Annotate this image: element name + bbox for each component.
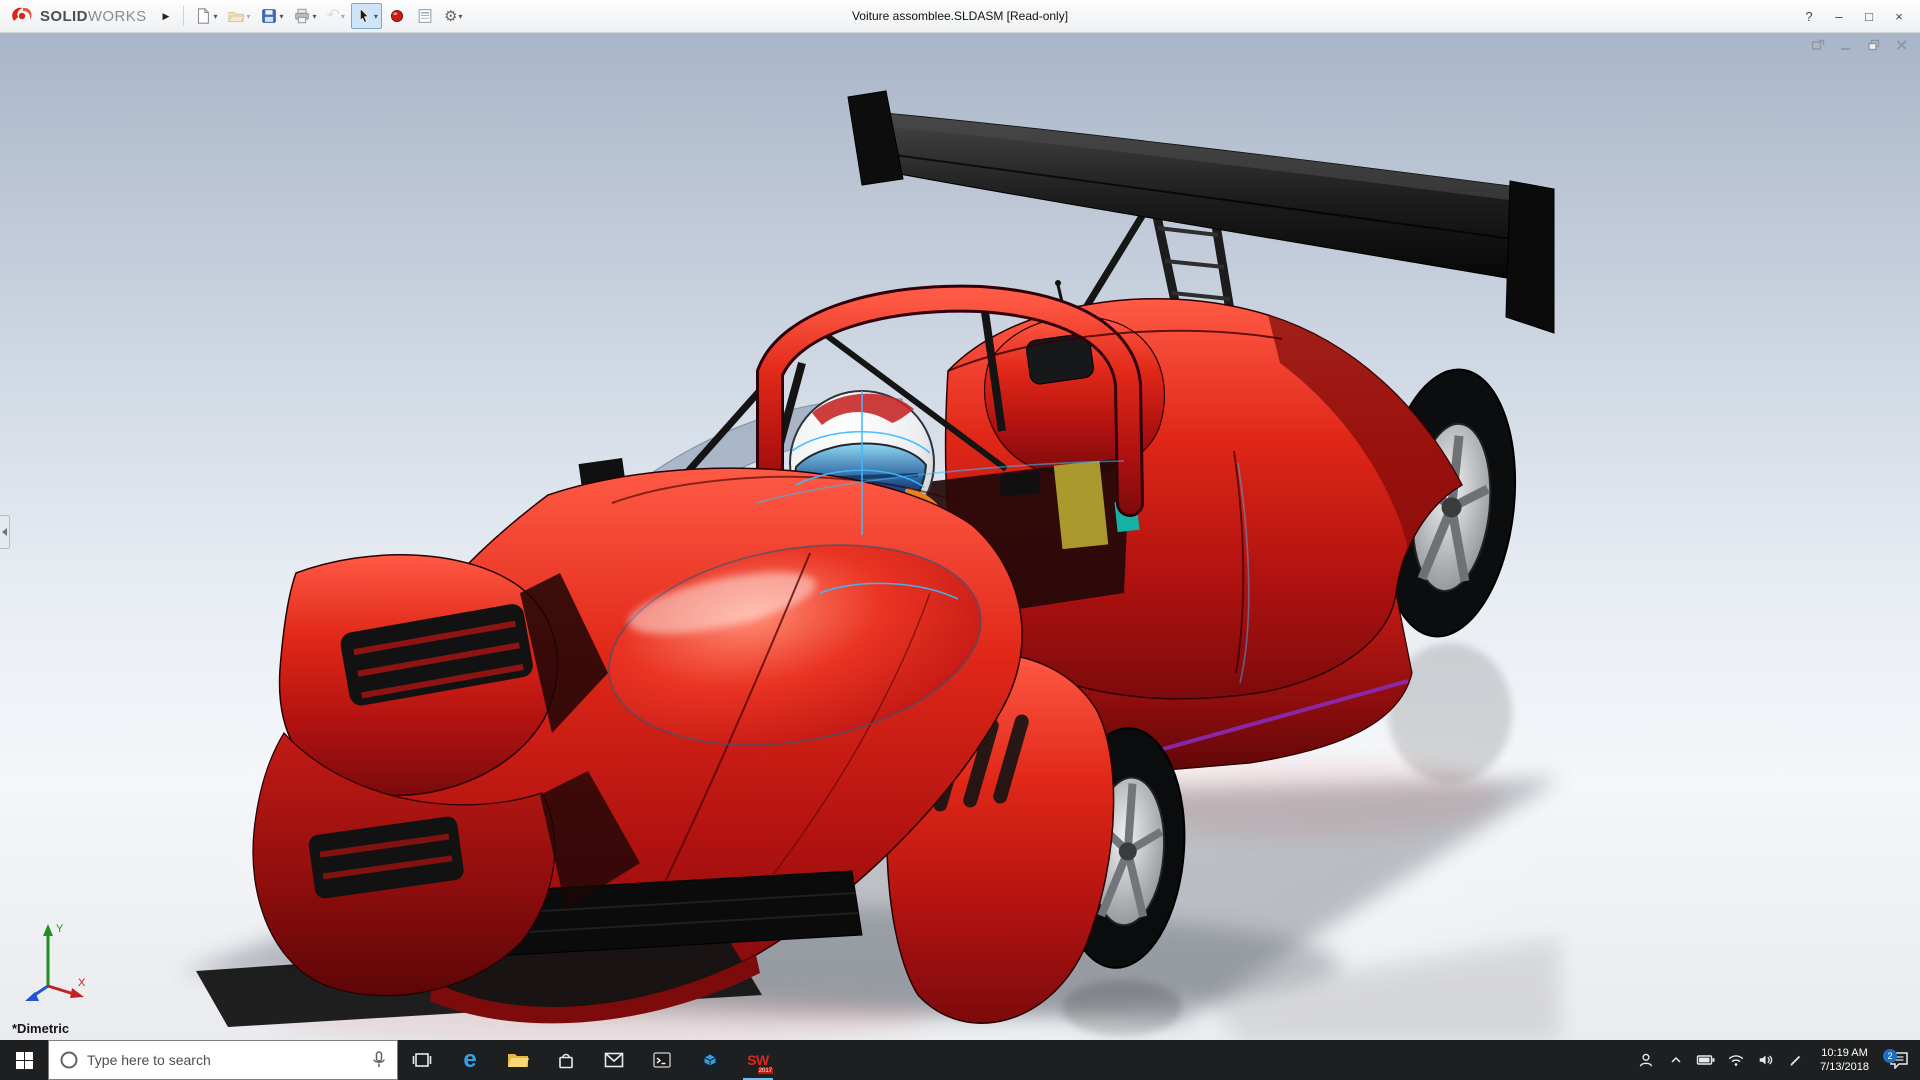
solidworks-app-icon: SW 2017 xyxy=(743,1045,773,1075)
task-view-icon xyxy=(412,1050,432,1070)
file-explorer-button[interactable] xyxy=(494,1040,542,1080)
select-arrow-icon xyxy=(355,7,373,25)
clock-date: 7/13/2018 xyxy=(1820,1060,1869,1074)
right-mirror xyxy=(999,471,1041,496)
edge-icon: e xyxy=(463,1046,476,1074)
collapse-arrow-icon xyxy=(2,528,7,536)
viewport-canvas[interactable] xyxy=(0,33,1920,1040)
pen-icon xyxy=(1788,1052,1804,1068)
document-table-icon xyxy=(416,7,434,25)
menu-flyout-arrow-icon[interactable]: ▶ xyxy=(155,11,178,22)
graphics-area[interactable]: Y X *Dimetric xyxy=(0,33,1920,1040)
dropdown-caret-icon[interactable]: ▾ xyxy=(246,12,250,21)
edrawings-button[interactable] xyxy=(686,1040,734,1080)
microphone-icon[interactable] xyxy=(371,1050,387,1070)
battery-icon xyxy=(1696,1052,1716,1068)
people-icon xyxy=(1637,1051,1655,1069)
windows-taskbar: e xyxy=(0,1040,1920,1080)
open-folder-icon xyxy=(227,7,245,25)
close-button[interactable]: × xyxy=(1884,3,1914,29)
minimize-button[interactable]: – xyxy=(1824,3,1854,29)
select-tool-button[interactable]: ▾ xyxy=(351,3,382,29)
brand-works: WORKS xyxy=(88,8,147,25)
appearance-ball-icon xyxy=(388,7,406,25)
dassault-logo-icon xyxy=(10,5,34,27)
dropdown-caret-icon[interactable]: ▾ xyxy=(341,12,345,21)
edge-button[interactable]: e xyxy=(446,1040,494,1080)
cortana-icon[interactable] xyxy=(59,1050,79,1070)
windows-logo-icon xyxy=(16,1052,33,1069)
dropdown-caret-icon[interactable]: ▾ xyxy=(213,12,217,21)
titlebar: SOLIDWORKS ▶ ▾ ▾ xyxy=(0,0,1920,33)
toolbar-separator xyxy=(183,6,184,26)
cad-cube-icon xyxy=(699,1049,721,1071)
maximize-button[interactable]: □ xyxy=(1854,3,1884,29)
notification-badge: 2 xyxy=(1883,1049,1897,1063)
system-tray: 10:19 AM 7/13/2018 2 xyxy=(1631,1040,1920,1080)
window-controls: ? – □ × xyxy=(1794,3,1920,29)
dropdown-caret-icon[interactable]: ▾ xyxy=(374,12,378,21)
people-button[interactable] xyxy=(1631,1040,1661,1080)
battery-button[interactable] xyxy=(1691,1040,1721,1080)
solidworks-app-button[interactable]: SW 2017 xyxy=(734,1040,782,1080)
options-gear-icon: ⚙ xyxy=(444,9,457,24)
undo-button[interactable]: ↶ ▾ xyxy=(323,3,349,29)
tray-overflow-button[interactable] xyxy=(1661,1040,1691,1080)
search-input[interactable] xyxy=(87,1052,363,1068)
taskbar-clock[interactable]: 10:19 AM 7/13/2018 xyxy=(1811,1046,1878,1075)
feature-panel-collapse-tab[interactable] xyxy=(0,515,10,549)
solidworks-logo: SOLIDWORKS xyxy=(0,5,155,27)
cockpit-yellow-component xyxy=(1054,461,1109,549)
triad-x-label: X xyxy=(78,977,86,989)
action-center-button[interactable]: 2 xyxy=(1878,1051,1920,1069)
network-button[interactable] xyxy=(1721,1040,1751,1080)
new-document-button[interactable]: ▾ xyxy=(190,3,221,29)
orientation-triad: Y X xyxy=(14,914,96,1006)
command-prompt-icon xyxy=(652,1050,672,1070)
sw-label: SW xyxy=(747,1052,769,1068)
sw-year-label: 2017 xyxy=(758,1068,773,1074)
options-button[interactable]: ⚙ ▾ xyxy=(440,3,466,29)
help-button[interactable]: ? xyxy=(1794,3,1824,29)
view-orientation-label: *Dimetric xyxy=(12,1021,69,1036)
volume-button[interactable] xyxy=(1751,1040,1781,1080)
document-title: Voiture assomblee.SLDASM [Read-only] xyxy=(852,9,1068,23)
start-button[interactable] xyxy=(0,1040,48,1080)
mail-button[interactable] xyxy=(590,1040,638,1080)
document-window-controls xyxy=(1808,36,1912,53)
viewport-dock-button[interactable] xyxy=(1808,36,1828,53)
pen-button[interactable] xyxy=(1781,1040,1811,1080)
save-button[interactable]: ▾ xyxy=(256,3,287,29)
wifi-icon xyxy=(1727,1052,1745,1068)
open-document-button[interactable]: ▾ xyxy=(223,3,254,29)
triad-y-label: Y xyxy=(56,923,64,935)
mail-icon xyxy=(604,1052,624,1068)
undo-icon: ↶ xyxy=(327,8,340,24)
taskbar-search-box[interactable] xyxy=(48,1040,398,1080)
volume-icon xyxy=(1757,1052,1775,1068)
viewport-close-button[interactable] xyxy=(1892,36,1912,53)
document-properties-button[interactable] xyxy=(412,3,438,29)
solidworks-window: SOLIDWORKS ▶ ▾ ▾ xyxy=(0,0,1920,1080)
appearance-button[interactable] xyxy=(384,3,410,29)
file-explorer-icon xyxy=(507,1051,529,1069)
dropdown-caret-icon[interactable]: ▾ xyxy=(279,12,283,21)
print-button[interactable]: ▾ xyxy=(289,3,320,29)
dropdown-caret-icon[interactable]: ▾ xyxy=(458,12,462,21)
new-document-icon xyxy=(194,7,212,25)
brand-text: SOLIDWORKS xyxy=(40,8,147,25)
printer-icon xyxy=(293,7,311,25)
brand-solid: SOLID xyxy=(40,8,88,25)
save-floppy-icon xyxy=(260,7,278,25)
viewport-minimize-button[interactable] xyxy=(1836,36,1856,53)
clock-time: 10:19 AM xyxy=(1821,1046,1867,1060)
dropdown-caret-icon[interactable]: ▾ xyxy=(312,12,316,21)
command-prompt-button[interactable] xyxy=(638,1040,686,1080)
viewport-restore-button[interactable] xyxy=(1864,36,1884,53)
store-bag-icon xyxy=(556,1050,576,1070)
chevron-up-icon xyxy=(1668,1052,1684,1068)
quick-access-toolbar: ▾ ▾ ▾ xyxy=(190,3,466,29)
task-view-button[interactable] xyxy=(398,1040,446,1080)
store-button[interactable] xyxy=(542,1040,590,1080)
